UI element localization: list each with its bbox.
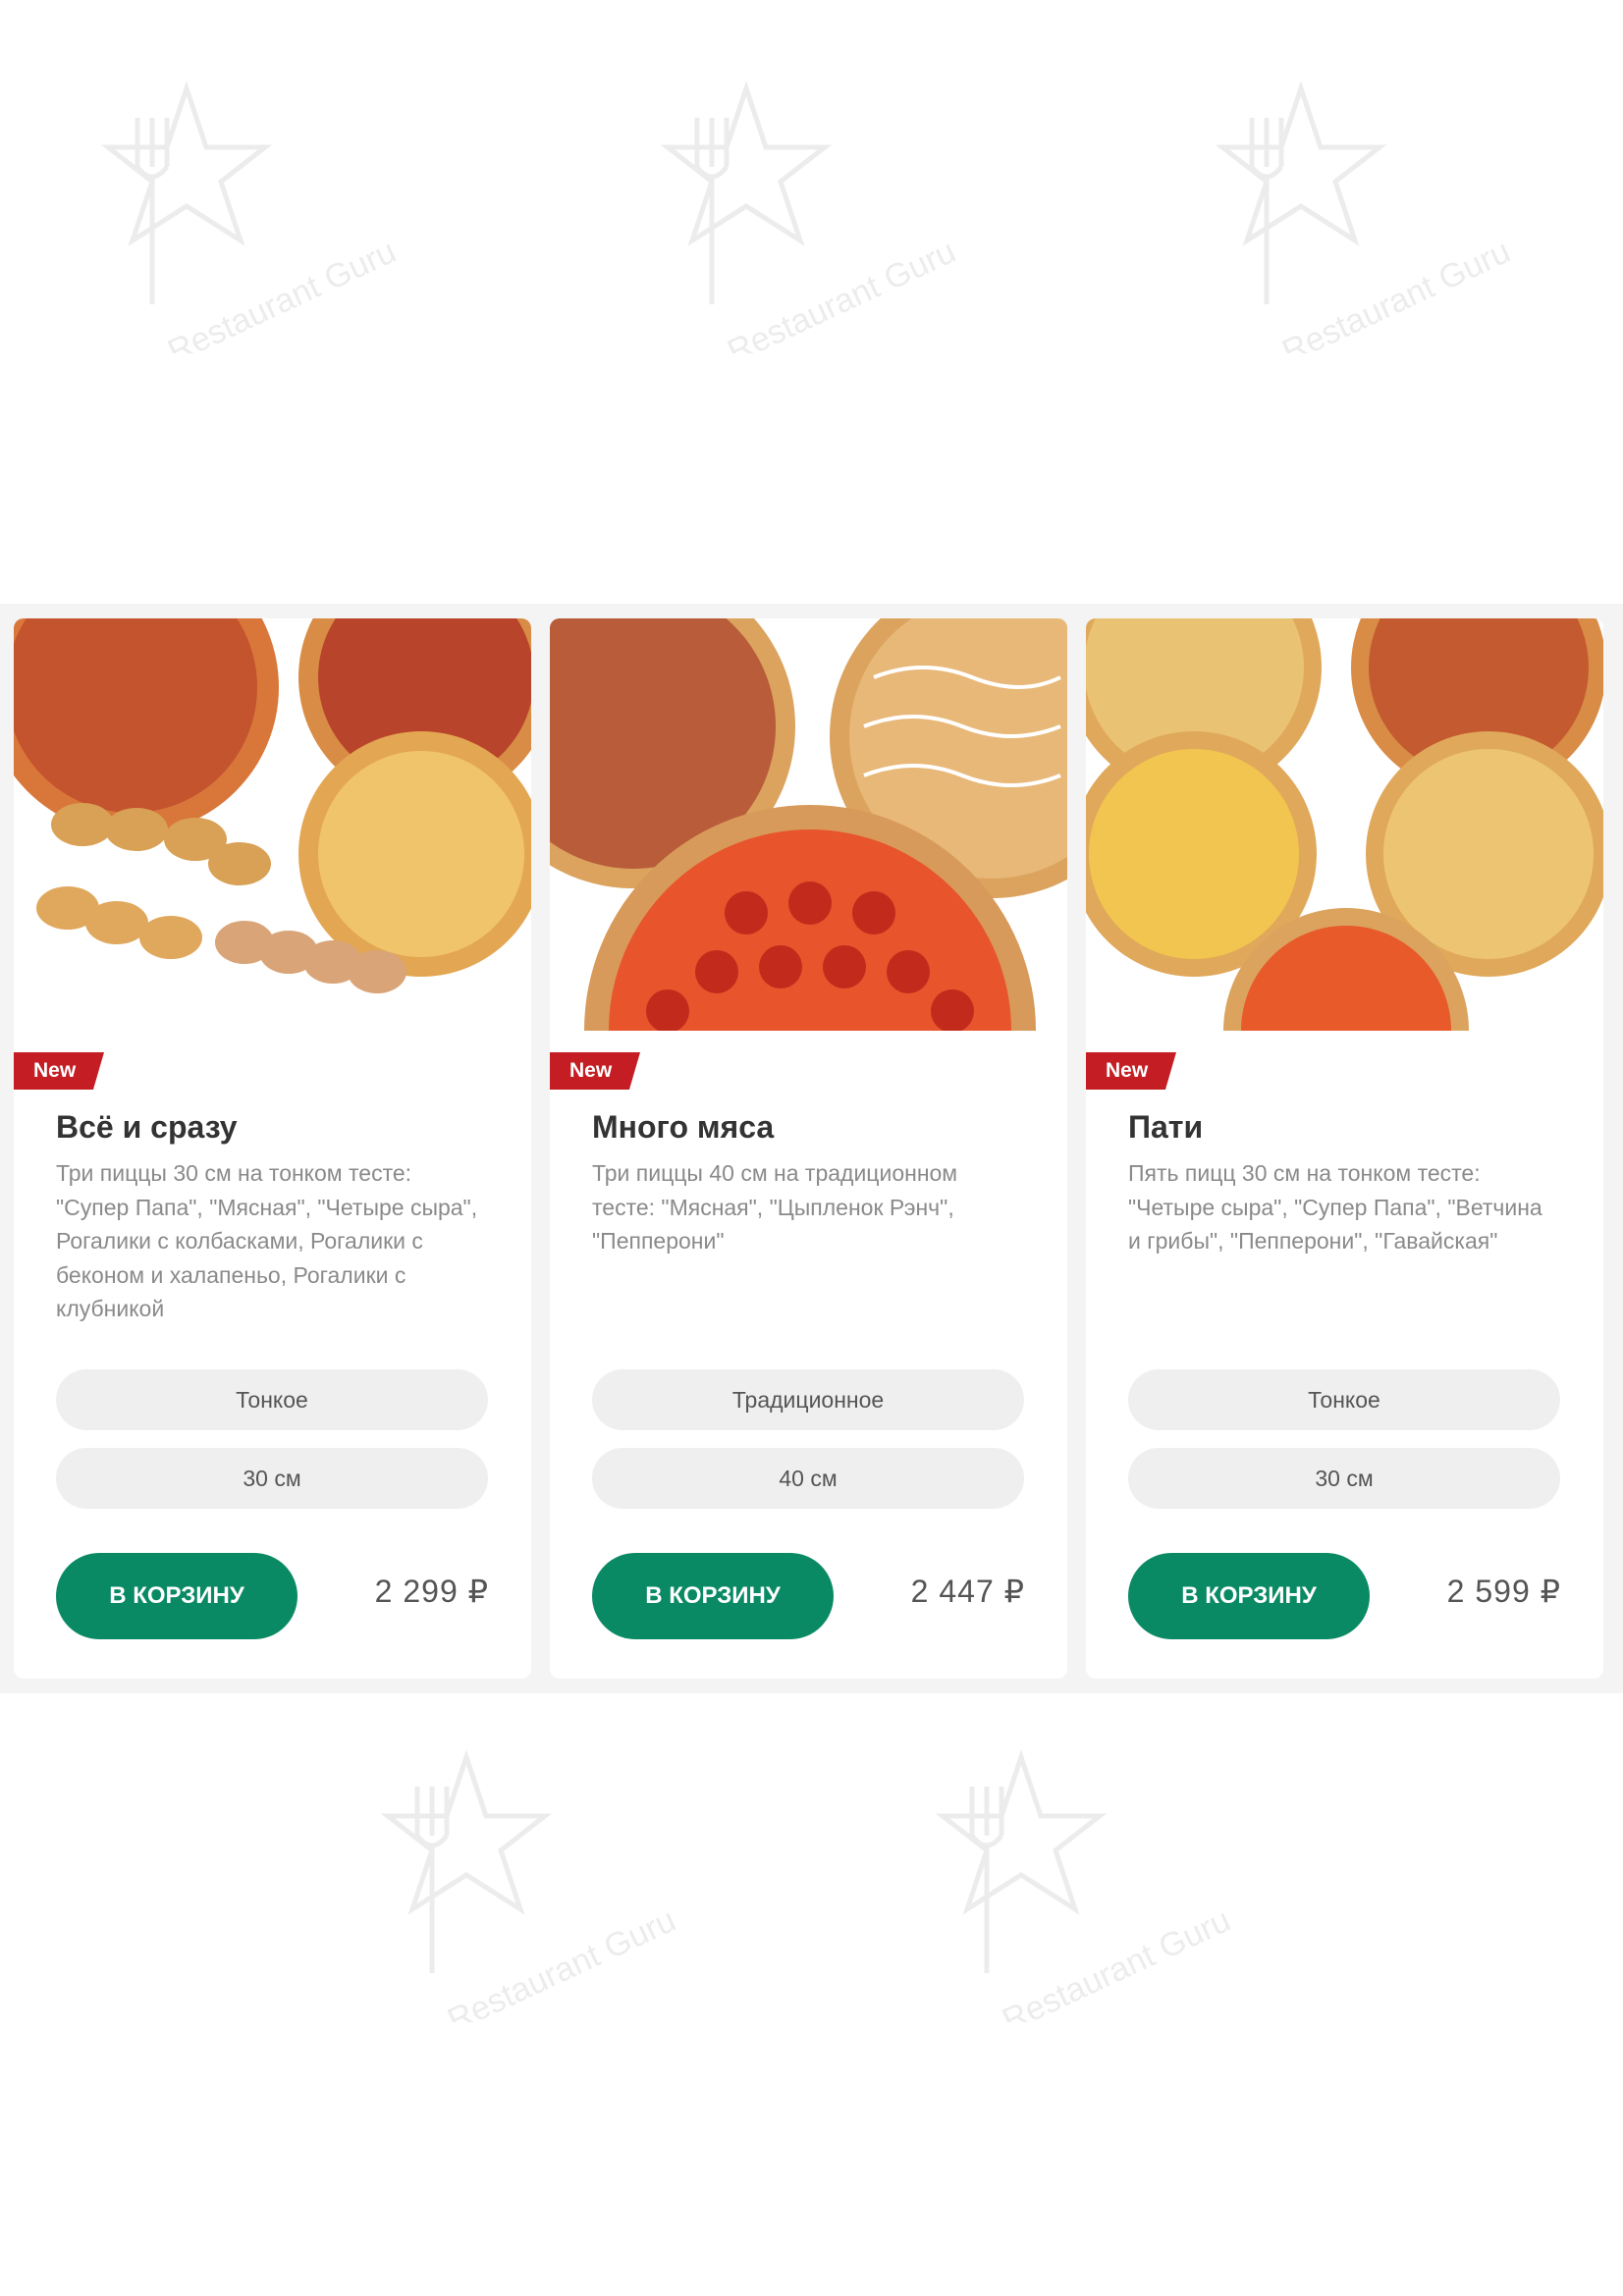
svg-text:Restaurant Guru: Restaurant Guru: [1276, 233, 1516, 353]
watermark-logo: Restaurant Guru: [619, 59, 992, 371]
watermark-logo: Restaurant Guru: [59, 59, 432, 371]
add-to-cart-button[interactable]: В КОРЗИНУ: [1128, 1553, 1370, 1639]
product-title: Пати: [1128, 1109, 1204, 1145]
watermark-logo: Restaurant Guru: [339, 1728, 712, 2040]
product-image[interactable]: [14, 618, 531, 1031]
product-title: Всё и сразу: [56, 1109, 238, 1145]
product-price: 2 447 ₽: [910, 1574, 1025, 1609]
crust-option[interactable]: Тонкое: [56, 1369, 488, 1430]
product-description: Пять пицц 30 см на тонком тесте: "Четыре…: [1128, 1160, 1542, 1254]
size-option[interactable]: 30 см: [1128, 1448, 1560, 1509]
new-badge: New: [14, 1052, 104, 1090]
product-image[interactable]: [550, 618, 1067, 1031]
svg-text:Restaurant Guru: Restaurant Guru: [162, 233, 402, 353]
new-badge: New: [1086, 1052, 1176, 1090]
add-to-cart-button[interactable]: В КОРЗИНУ: [56, 1553, 298, 1639]
product-card: New Много мяса Три пиццы 40 см на традиц…: [550, 618, 1067, 1679]
product-price: 2 299 ₽: [374, 1574, 489, 1609]
svg-text:Restaurant Guru: Restaurant Guru: [722, 233, 961, 353]
product-title: Много мяса: [592, 1109, 775, 1145]
add-to-cart-button[interactable]: В КОРЗИНУ: [592, 1553, 834, 1639]
product-description: Три пиццы 40 см на традиционном тесте: "…: [592, 1160, 958, 1254]
product-price: 2 599 ₽: [1446, 1574, 1561, 1609]
size-option[interactable]: 40 см: [592, 1448, 1024, 1509]
new-badge: New: [550, 1052, 640, 1090]
product-description: Три пиццы 30 см на тонком тесте: "Супер …: [56, 1160, 478, 1321]
crust-option[interactable]: Тонкое: [1128, 1369, 1560, 1430]
size-option[interactable]: 30 см: [56, 1448, 488, 1509]
product-card: New Пати Пять пицц 30 см на тонком тесте…: [1086, 618, 1603, 1679]
watermark-logo: Restaurant Guru: [1173, 59, 1546, 371]
watermark-logo: Restaurant Guru: [893, 1728, 1267, 2040]
svg-text:Restaurant Guru: Restaurant Guru: [442, 1901, 681, 2022]
product-image[interactable]: [1086, 618, 1603, 1031]
svg-text:Restaurant Guru: Restaurant Guru: [997, 1901, 1236, 2022]
crust-option[interactable]: Традиционное: [592, 1369, 1024, 1430]
product-card: New Всё и сразу Три пиццы 30 см на тонко…: [14, 618, 531, 1679]
